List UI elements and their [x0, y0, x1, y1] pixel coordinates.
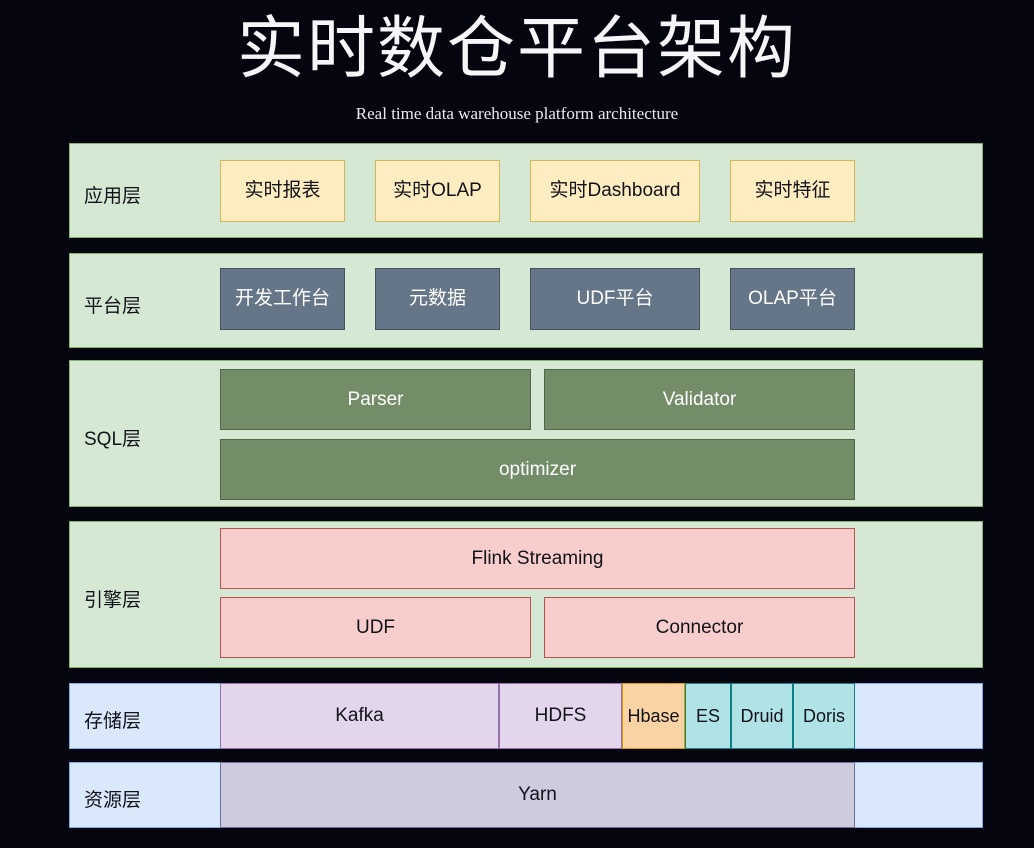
node-engine-connector[interactable]: Connector	[544, 597, 855, 658]
node-storage-hdfs[interactable]: HDFS	[499, 683, 622, 749]
node-platform-2[interactable]: UDF平台	[530, 268, 700, 330]
page-title: 实时数仓平台架构	[236, 11, 797, 87]
node-sql-optimizer[interactable]: optimizer	[220, 439, 855, 500]
layer-label-engine: 引擎层	[84, 590, 142, 611]
layer-label-sql: SQL层	[84, 429, 142, 450]
layer-label-resource: 资源层	[84, 790, 142, 811]
page-subtitle: Real time data warehouse platform archit…	[355, 104, 679, 123]
node-storage-druid[interactable]: Druid	[731, 683, 793, 749]
node-sql-validator[interactable]: Validator	[544, 369, 855, 430]
node-platform-1[interactable]: 元数据	[375, 268, 500, 330]
node-application-3[interactable]: 实时特征	[730, 160, 855, 222]
node-sql-parser[interactable]: Parser	[220, 369, 531, 430]
node-platform-0[interactable]: 开发工作台	[220, 268, 345, 330]
node-storage-kafka[interactable]: Kafka	[220, 683, 499, 749]
node-engine-udf[interactable]: UDF	[220, 597, 531, 658]
node-application-2[interactable]: 实时Dashboard	[530, 160, 700, 222]
layer-label-application: 应用层	[84, 186, 142, 207]
node-resource-yarn[interactable]: Yarn	[220, 762, 855, 828]
node-engine-flink-streaming[interactable]: Flink Streaming	[220, 528, 855, 589]
node-storage-es[interactable]: ES	[685, 683, 731, 749]
node-application-1[interactable]: 实时OLAP	[375, 160, 500, 222]
node-storage-doris[interactable]: Doris	[793, 683, 855, 749]
node-platform-3[interactable]: OLAP平台	[730, 268, 855, 330]
node-storage-hbase[interactable]: Hbase	[622, 683, 685, 749]
layer-label-platform: 平台层	[84, 296, 142, 317]
architecture-diagram: 实时数仓平台架构 Real time data warehouse platfo…	[0, 0, 1034, 848]
node-application-0[interactable]: 实时报表	[220, 160, 345, 222]
layer-label-storage: 存储层	[84, 711, 142, 732]
